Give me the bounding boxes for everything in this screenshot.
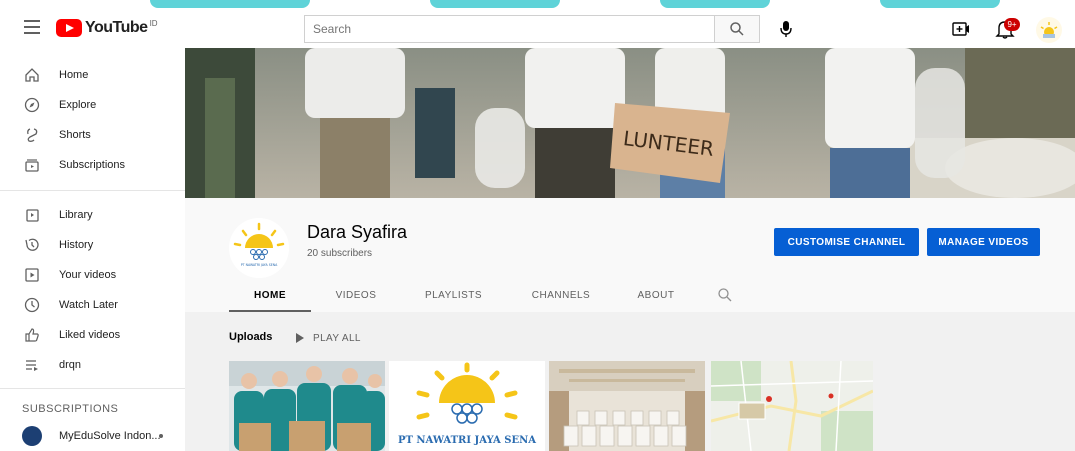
sidebar-divider	[0, 190, 185, 191]
sidebar-item-label: Your videos	[59, 269, 117, 281]
masthead: YouTube ID Search 9+	[0, 8, 1075, 48]
channel-page: LUNTEER PT NAWATRI JAYA SENA Dara Syafir…	[185, 48, 1075, 451]
home-icon	[22, 65, 42, 85]
your-videos-icon	[22, 265, 42, 285]
microphone-icon[interactable]	[776, 19, 796, 39]
sidebar-item-subscriptions[interactable]: Subscriptions	[0, 150, 185, 180]
top-accent-strip	[0, 0, 1075, 8]
subscription-avatar	[22, 426, 42, 446]
channel-search-icon[interactable]	[717, 287, 733, 303]
sidebar-item-label: Watch Later	[59, 299, 118, 311]
banner-image: LUNTEER	[185, 48, 1075, 198]
logo-text: YouTube	[85, 19, 148, 36]
video-thumbnail[interactable]	[711, 361, 873, 451]
subscriber-count: 20 subscribers	[307, 248, 373, 259]
channel-logo-caption: PT NAWATRI JAYA SENA	[241, 263, 278, 267]
create-video-icon[interactable]	[952, 20, 970, 38]
sidebar-item-home[interactable]: Home	[0, 60, 185, 90]
thumbnail-caption: PT NAWATRI JAYA SENA	[398, 435, 536, 446]
tab-channels[interactable]: CHANNELS	[506, 278, 616, 312]
sidebar-item-label: Shorts	[59, 129, 91, 141]
account-avatar[interactable]	[1036, 17, 1062, 43]
uploads-heading[interactable]: Uploads	[229, 331, 272, 343]
meeting-room-thumbnail-image	[549, 361, 705, 451]
tab-videos[interactable]: VIDEOS	[311, 278, 401, 312]
play-all-button[interactable]: PLAY ALL	[295, 329, 361, 347]
sidebar-item-label: Liked videos	[59, 329, 121, 341]
youtube-app: YouTube ID Search 9+ Home Explore Shorts…	[0, 0, 1075, 451]
sidebar: Home Explore Shorts Subscriptions Librar…	[0, 48, 185, 451]
sidebar-item-label: drqn	[59, 359, 82, 371]
playlist-icon	[22, 355, 42, 375]
subscriptions-icon	[22, 155, 42, 175]
sidebar-item-label: Library	[59, 209, 93, 221]
subscriptions-heading: SUBSCRIPTIONS	[22, 403, 119, 415]
sidebar-divider	[0, 388, 185, 389]
compass-icon	[22, 95, 42, 115]
tab-label: PLAYLISTS	[424, 289, 483, 301]
map-thumbnail-image	[711, 361, 873, 451]
channel-banner: LUNTEER	[185, 48, 1075, 198]
sidebar-item-label: History	[59, 239, 94, 251]
search-box	[304, 15, 714, 43]
volunteers-thumbnail-image	[229, 361, 385, 451]
sidebar-item-explore[interactable]: Explore	[0, 90, 185, 120]
play-all-label: PLAY ALL	[313, 332, 361, 344]
tab-about[interactable]: ABOUT	[616, 278, 696, 312]
subscription-item[interactable]: MyEduSolve Indon...	[0, 421, 185, 451]
clock-icon	[22, 295, 42, 315]
video-thumbnail[interactable]	[229, 361, 385, 451]
sidebar-item-shorts[interactable]: Shorts	[0, 120, 185, 150]
play-icon	[296, 333, 304, 343]
tab-label: CHANNELS	[531, 289, 591, 301]
channel-name: Dara Syafira	[307, 222, 408, 242]
search-button[interactable]	[714, 15, 760, 43]
tab-label: HOME	[254, 289, 286, 301]
video-thumbnail[interactable]	[549, 361, 705, 451]
menu-icon[interactable]	[24, 20, 40, 34]
shorts-icon	[22, 125, 42, 145]
search-input[interactable]	[305, 16, 714, 42]
sidebar-item-label: Explore	[59, 99, 97, 111]
channel-avatar: PT NAWATRI JAYA SENA	[229, 218, 289, 278]
sidebar-item-playlist-drqn[interactable]: drqn	[0, 350, 185, 380]
video-thumbnail[interactable]: PT NAWATRI JAYA SENA	[389, 361, 545, 451]
sidebar-item-history[interactable]: History	[0, 230, 185, 260]
youtube-play-icon	[56, 19, 82, 37]
tab-label: ABOUT	[637, 289, 675, 301]
manage-videos-button[interactable]: MANAGE VIDEOS	[927, 228, 1040, 256]
sidebar-item-label: Subscriptions	[59, 159, 126, 171]
tab-playlists[interactable]: PLAYLISTS	[401, 278, 506, 312]
sidebar-item-your-videos[interactable]: Your videos	[0, 260, 185, 290]
search-icon	[730, 22, 744, 36]
library-icon	[22, 205, 42, 225]
tab-label: VIDEOS	[335, 289, 377, 301]
notification-badge: 9+	[1004, 18, 1020, 31]
uploads-section: Uploads PLAY ALL PT NAWATRI JAYA SENA	[185, 312, 1075, 451]
tab-home[interactable]: HOME	[229, 278, 311, 312]
logo-region: ID	[149, 18, 158, 28]
customise-channel-button[interactable]: CUSTOMISE CHANNEL	[774, 228, 919, 256]
company-logo-thumbnail-image: PT NAWATRI JAYA SENA	[389, 361, 545, 451]
new-content-dot	[159, 434, 163, 438]
sidebar-item-watch-later[interactable]: Watch Later	[0, 290, 185, 320]
sidebar-item-label: Home	[59, 69, 89, 81]
subscription-label: MyEduSolve Indon...	[59, 430, 161, 442]
history-icon	[22, 235, 42, 255]
sidebar-item-liked-videos[interactable]: Liked videos	[0, 320, 185, 350]
youtube-logo[interactable]: YouTube ID	[56, 18, 158, 38]
sidebar-item-library[interactable]: Library	[0, 200, 185, 230]
thumbs-up-icon	[22, 325, 42, 345]
channel-header: PT NAWATRI JAYA SENA Dara Syafira 20 sub…	[185, 198, 1075, 312]
